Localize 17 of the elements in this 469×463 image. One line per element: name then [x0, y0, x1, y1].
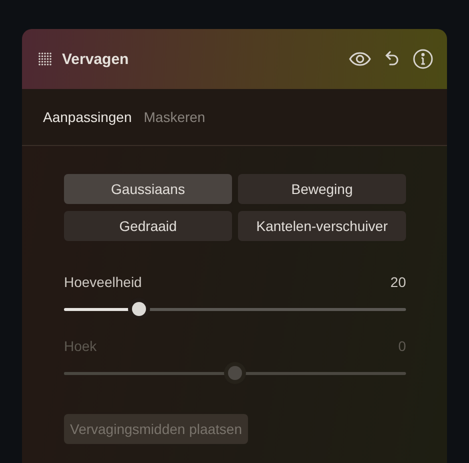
- panel-title: Vervagen: [62, 50, 130, 68]
- blur-type-button[interactable]: Kantelen-verschuiver: [238, 211, 406, 241]
- slider-value: 20: [390, 274, 406, 290]
- undo-icon[interactable]: [385, 51, 399, 67]
- tab[interactable]: Aanpassingen: [43, 109, 132, 125]
- grid-dots-icon: [38, 52, 52, 66]
- blur-type-button[interactable]: Gedraaid: [64, 211, 232, 241]
- slider-label: Hoek: [64, 338, 97, 354]
- slider-label: Hoeveelheid: [64, 274, 142, 290]
- eye-icon[interactable]: [349, 52, 371, 66]
- blur-type-button[interactable]: Beweging: [238, 174, 406, 204]
- info-icon[interactable]: [413, 49, 433, 69]
- slider[interactable]: [64, 302, 406, 316]
- slider-value: 0: [398, 338, 406, 354]
- tab[interactable]: Maskeren: [144, 109, 206, 125]
- blur-type-button[interactable]: Gaussiaans: [64, 174, 232, 204]
- slider-thumb[interactable]: [132, 302, 146, 316]
